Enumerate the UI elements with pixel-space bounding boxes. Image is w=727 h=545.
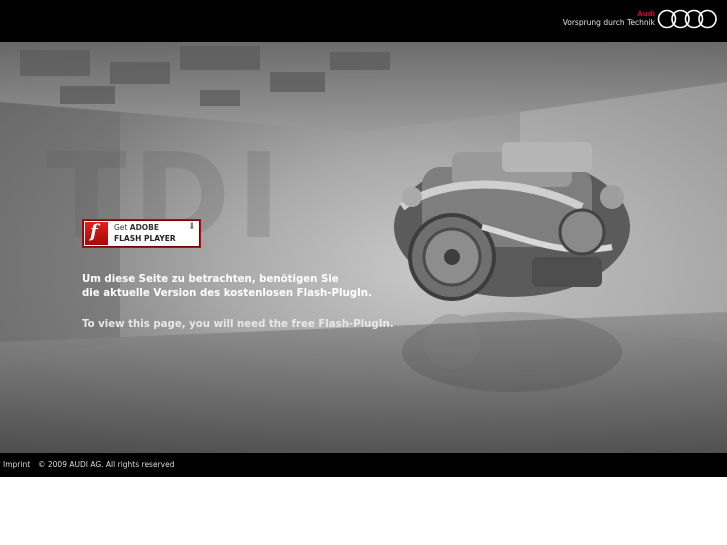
page: Audi Vorsprung durch Technik TDI f Get A… xyxy=(0,0,727,545)
german-message: Um diese Seite zu betrachten, benötigen … xyxy=(82,273,442,301)
flash-get-label: Get xyxy=(114,223,128,232)
hero-stage: TDI f Get ADOBE FLASH PLAYER ⬇ Um diese … xyxy=(0,42,727,453)
english-message: To view this page, you will need the fre… xyxy=(82,319,394,330)
german-message-line1: Um diese Seite zu betrachten, benötigen … xyxy=(82,274,339,285)
brand-name: Audi xyxy=(637,10,655,18)
audi-rings-logo[interactable] xyxy=(657,8,717,30)
copyright-text: © 2009 AUDI AG. All rights reserved xyxy=(38,460,175,469)
flash-logo-icon: f xyxy=(85,221,108,245)
imprint-link[interactable]: Imprint xyxy=(3,460,30,469)
flash-logo-letter: f xyxy=(90,221,98,242)
german-message-line2: die aktuelle Version des kostenlosen Fla… xyxy=(82,288,372,299)
flash-get-text: Get ADOBE xyxy=(114,223,159,232)
flash-player-label: FLASH PLAYER xyxy=(114,234,176,243)
get-flash-player-button[interactable]: f Get ADOBE FLASH PLAYER ⬇ xyxy=(82,219,201,248)
footer-bar: Imprint © 2009 AUDI AG. All rights reser… xyxy=(0,453,727,477)
header-bar: Audi Vorsprung durch Technik xyxy=(0,0,727,42)
download-arrow-icon: ⬇ xyxy=(188,222,196,232)
brand-block: Audi Vorsprung durch Technik xyxy=(563,11,655,27)
flash-adobe-label: ADOBE xyxy=(129,223,160,232)
brand-slogan: Vorsprung durch Technik xyxy=(562,18,655,27)
